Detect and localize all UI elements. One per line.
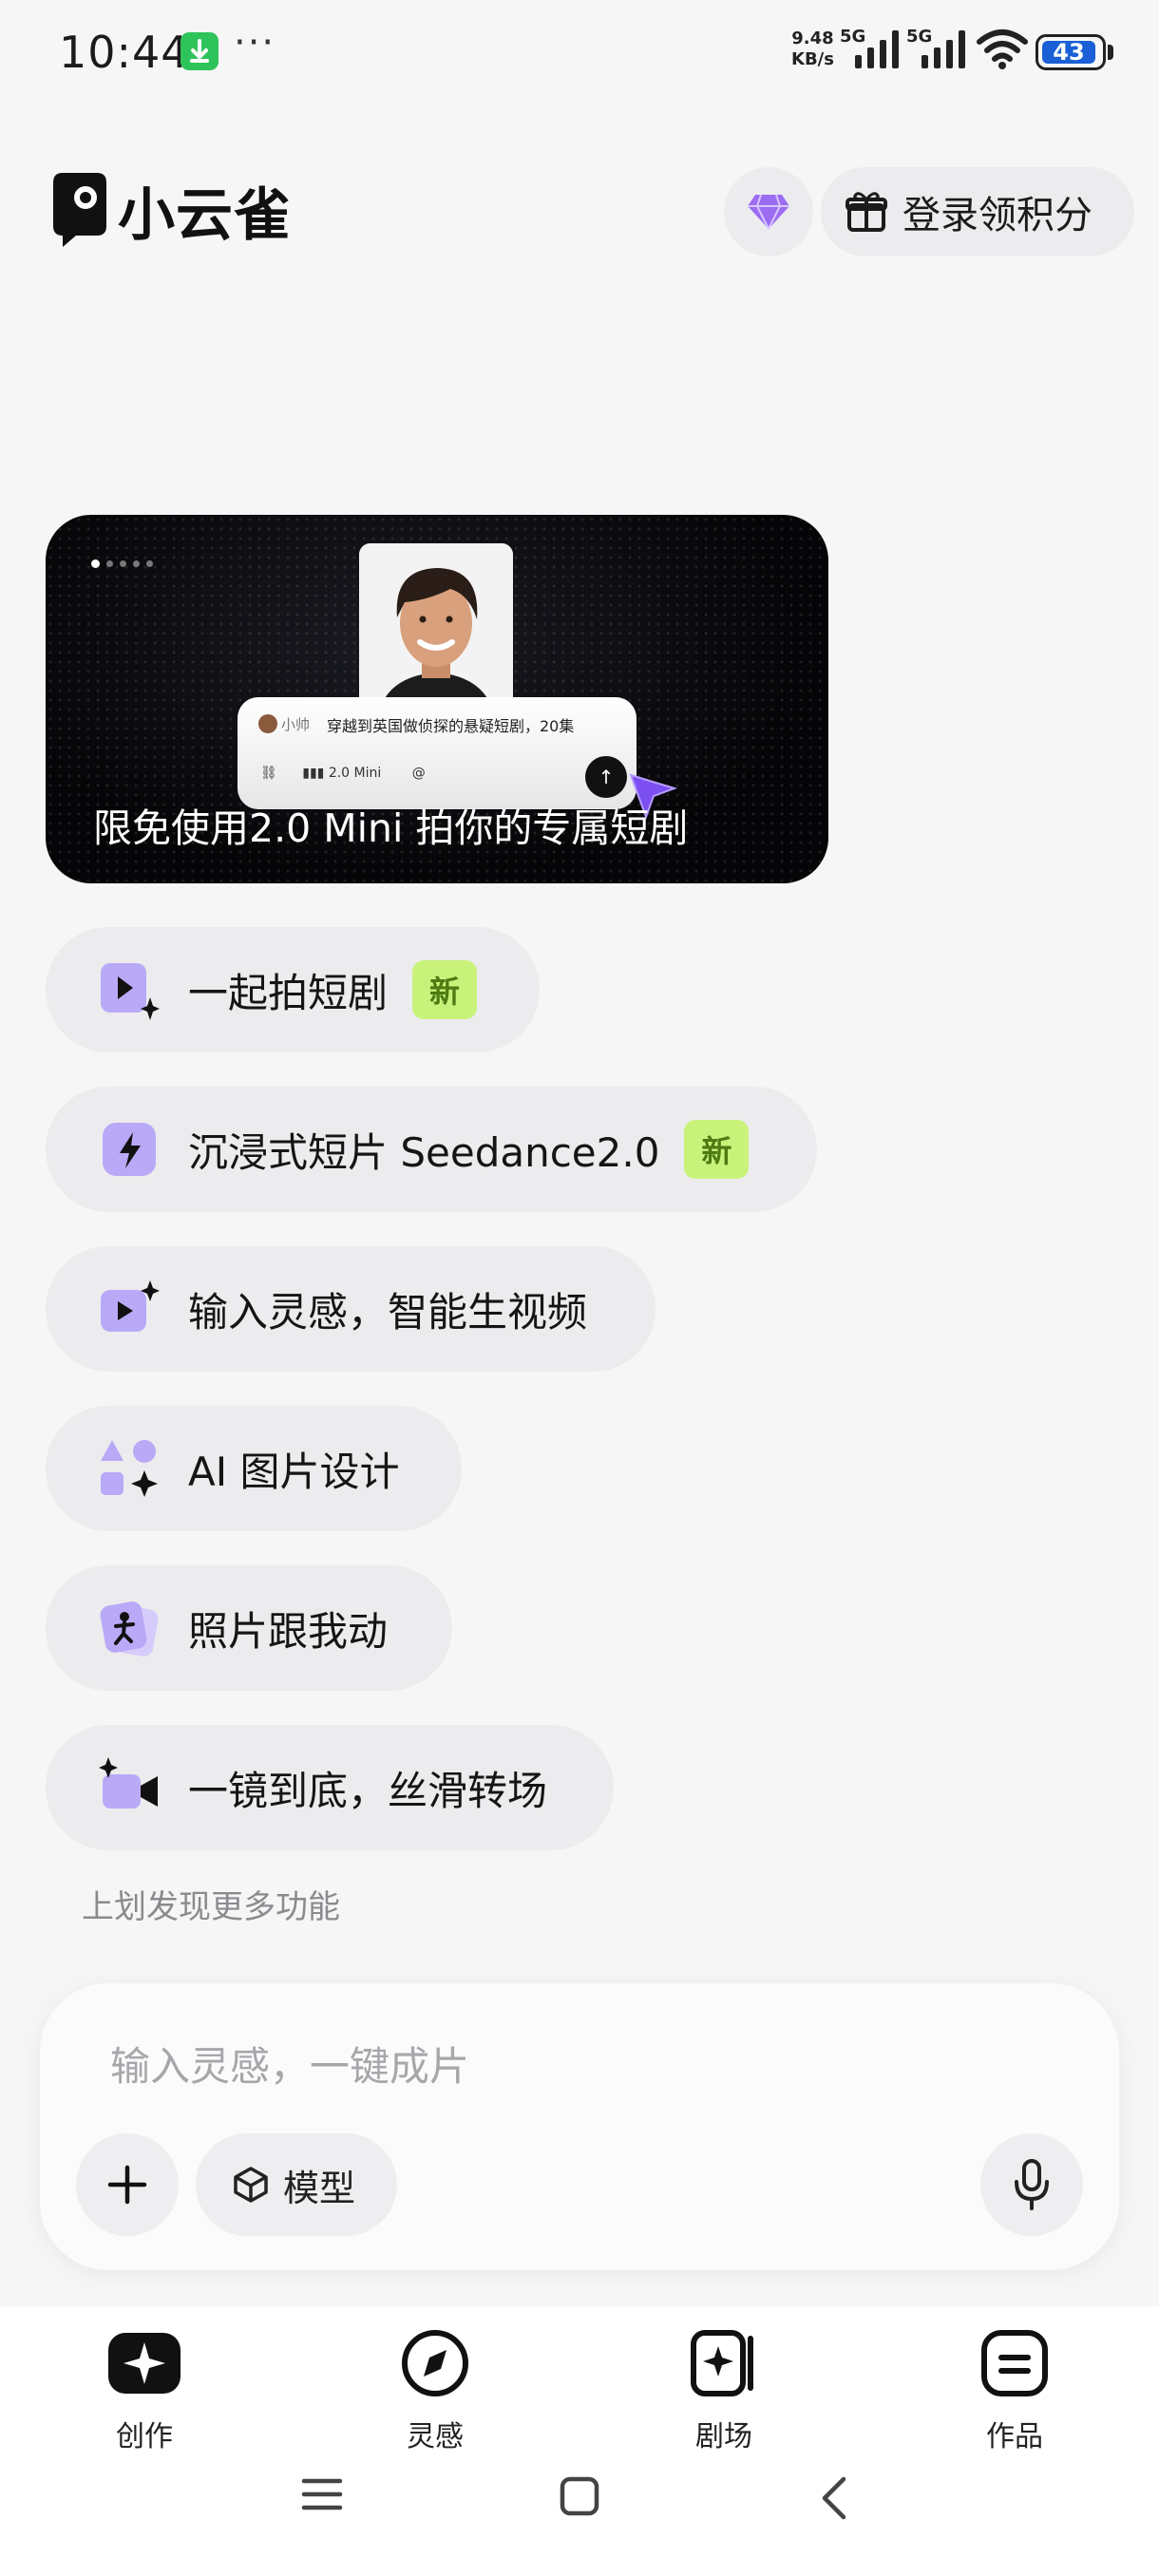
back-icon[interactable] [817,2475,851,2521]
voice-input-button[interactable] [980,2133,1083,2236]
cube-icon [234,2167,268,2203]
add-button[interactable] [76,2133,179,2236]
avatar [258,714,277,733]
new-badge: 新 [412,960,478,1019]
feature-chip-drama[interactable]: 一起拍短剧 新 [46,927,540,1052]
tab-works[interactable]: 作品 [939,2325,1091,2454]
link-icon: ⛓ [260,766,277,781]
sparkle-icon [106,2325,182,2401]
feature-chip-photo-motion[interactable]: 照片跟我动 [46,1565,452,1691]
feature-chip-image-design[interactable]: AI 图片设计 [46,1406,462,1531]
video-sparkle-icon [99,1279,160,1339]
vip-button[interactable] [724,167,813,256]
home-icon[interactable] [559,2475,600,2517]
login-rewards-label: 登录领积分 [902,194,1092,237]
wifi-icon [977,29,1028,69]
tab-theater[interactable]: 剧场 [648,2325,800,2454]
gift-icon [846,192,887,232]
new-badge: 新 [684,1120,750,1179]
status-bar: 10:44 ··· 9.48 KB/s 5G 5G 43 [0,0,1159,104]
bottom-navigation: 创作 灵感 剧场 作品 [0,2306,1159,2576]
battery-level: 43 [1042,41,1095,64]
banner-portrait-image [359,543,513,714]
net-speed: 9.48 KB/s [791,28,834,69]
works-icon [977,2325,1053,2401]
tab-inspiration[interactable]: 灵感 [359,2325,511,2454]
model-label: 模型 [283,2167,356,2209]
feature-chip-one-take[interactable]: 一镜到底，丝滑转场 [46,1725,614,1850]
plus-icon [107,2165,147,2205]
send-arrow-icon: ↑ [585,756,627,798]
tab-create[interactable]: 创作 [68,2325,220,2454]
lightning-icon [99,1119,160,1180]
theater-icon [686,2325,762,2401]
app-logo-icon [53,173,106,247]
signal-icon [922,30,965,68]
banner-pager [91,559,153,568]
app-name: 小云雀 [118,182,292,249]
battery-icon: 43 [1036,34,1106,70]
photo-dance-icon [99,1598,160,1658]
feature-chip-text-to-video[interactable]: 输入灵感，智能生视频 [46,1246,656,1372]
banner-caption: 限免使用2.0 Mini 拍你的专属短剧 [93,805,689,851]
shapes-sparkle-icon [99,1438,160,1499]
promo-banner[interactable]: 小帅 穿越到英国做侦探的悬疑短剧，20集 ⛓ ▮▮▮ 2.0 Mini @ ↑ … [46,515,828,883]
status-more: ··· [234,21,276,65]
feature-chip-seedance[interactable]: 沉浸式短片 Seedance2.0 新 [46,1087,817,1212]
play-sparkle-icon [99,959,160,1020]
login-rewards-button[interactable]: 登录领积分 [821,167,1134,256]
model-select-button[interactable]: 模型 [196,2133,397,2236]
signal-icon [855,30,899,68]
prompt-composer: 输入灵感，一键成片 模型 [40,1983,1119,2270]
prompt-preview-card: 小帅 穿越到英国做侦探的悬疑短剧，20集 ⛓ ▮▮▮ 2.0 Mini @ ↑ [238,697,636,809]
swipe-up-hint: 上划发现更多功能 [82,1888,340,1926]
compass-icon [397,2325,473,2401]
status-time: 10:44 [59,27,190,78]
menu-icon[interactable] [300,2475,344,2513]
camera-sparkle-icon [99,1757,160,1818]
prompt-input[interactable]: 输入灵感，一键成片 [110,2035,469,2093]
microphone-icon [1015,2159,1049,2210]
bars-icon: ▮▮▮ [302,766,325,781]
diamond-icon [748,194,789,230]
download-icon [180,32,218,70]
